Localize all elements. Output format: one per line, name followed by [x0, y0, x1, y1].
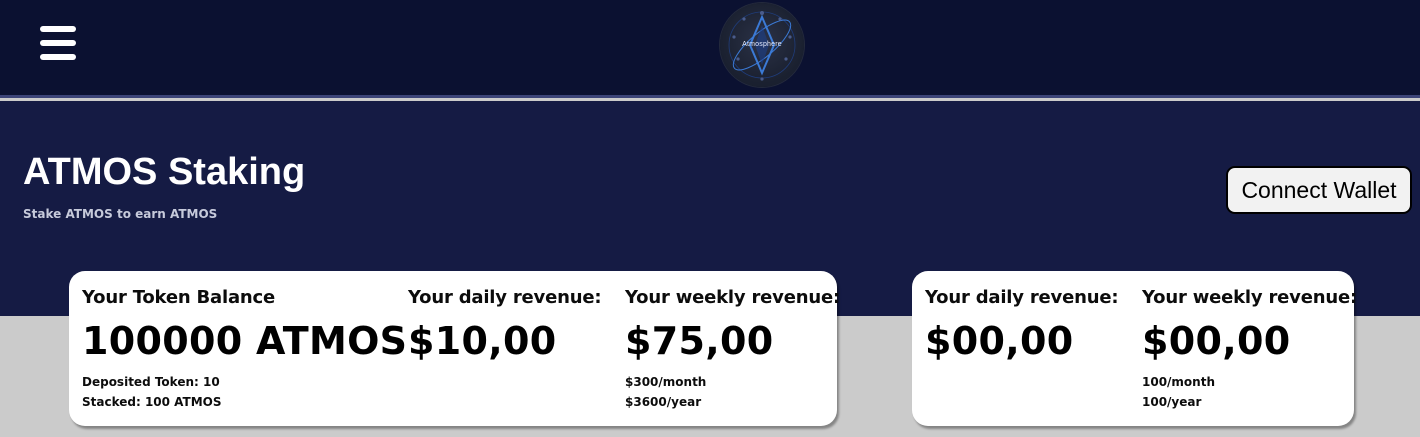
stats-card-revenue: Your daily revenue: $00,00 Your weekly r… [912, 271, 1357, 426]
token-balance-value: 100000 ATMOS [82, 319, 408, 363]
monthly-revenue-note: $300/month [625, 375, 707, 389]
weekly-revenue-value: $00,00 [1142, 319, 1291, 363]
logo-text: Atmosphere [742, 41, 782, 48]
page-subtitle: Stake ATMOS to earn ATMOS [23, 207, 218, 221]
stacked-token-note: Stacked: 100 ATMOS [82, 395, 222, 409]
hamburger-menu-icon[interactable] [40, 26, 76, 60]
daily-revenue-value: $00,00 [925, 319, 1074, 363]
menu-bar-line [40, 54, 76, 60]
menu-bar-line [40, 40, 76, 46]
weekly-revenue-value: $75,00 [625, 319, 774, 363]
daily-revenue-label: Your daily revenue: [408, 287, 602, 308]
top-navigation-bar: Atmosphere [0, 0, 1420, 98]
token-balance-label: Your Token Balance [82, 287, 276, 308]
daily-revenue-value: $10,00 [408, 319, 557, 363]
stats-card-balance: Your Token Balance 100000 ATMOS Deposite… [69, 271, 840, 426]
yearly-revenue-note: $3600/year [625, 395, 702, 409]
connect-wallet-button[interactable]: Connect Wallet [1226, 166, 1412, 214]
deposited-token-note: Deposited Token: 10 [82, 375, 220, 389]
weekly-revenue-label: Your weekly revenue: [1142, 287, 1357, 308]
weekly-revenue-label: Your weekly revenue: [625, 287, 840, 308]
monthly-revenue-note: 100/month [1142, 375, 1216, 389]
yearly-revenue-note: 100/year [1142, 395, 1202, 409]
atmosphere-logo[interactable]: Atmosphere [720, 3, 804, 87]
page-title: ATMOS Staking [23, 151, 306, 193]
daily-revenue-label: Your daily revenue: [925, 287, 1119, 308]
menu-bar-line [40, 26, 76, 32]
